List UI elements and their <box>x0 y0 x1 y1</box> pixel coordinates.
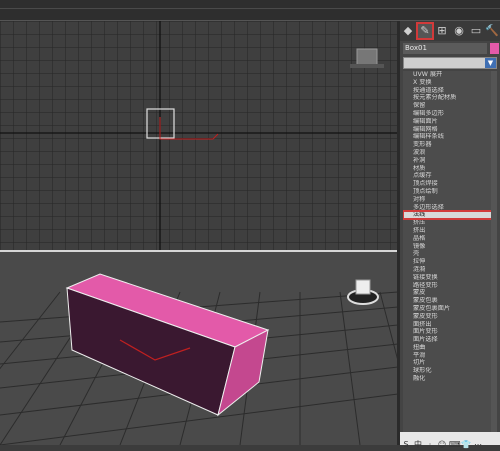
tray-icon[interactable]: 中 <box>413 440 423 450</box>
modifier-list[interactable]: UVW 展开 X 变换 按通道选择 按元素分配材质 保留 编辑多边形 编辑面片 编辑网格 编辑样… <box>403 71 497 445</box>
modifier-item[interactable]: 按通道选择 <box>403 87 497 95</box>
modifier-item[interactable]: 编辑样条线 <box>403 133 497 141</box>
modifier-item[interactable]: 挤出 <box>403 227 497 235</box>
viewport-perspective[interactable] <box>0 252 398 445</box>
modify-tab-icon[interactable]: ✎ <box>416 22 434 40</box>
modifier-item[interactable]: UVW 展开 <box>403 71 497 79</box>
modifier-item[interactable]: 涟漪 <box>403 266 497 274</box>
modifier-item[interactable]: 面挤出 <box>403 321 497 329</box>
modifier-item[interactable]: 波浪 <box>403 149 497 157</box>
viewcube-persp-icon <box>347 279 379 305</box>
modifier-item[interactable]: 挤压 <box>403 219 497 227</box>
modifier-item[interactable]: 点缓存 <box>403 172 497 180</box>
modifier-list-dropdown[interactable]: ▼ <box>403 57 497 69</box>
modifier-item[interactable]: 编辑面片 <box>403 118 497 126</box>
modifier-item[interactable]: 面片变形 <box>403 328 497 336</box>
modifier-item[interactable]: 顶点焊接 <box>403 180 497 188</box>
tray-icon[interactable]: ⌨ <box>449 440 461 450</box>
tray-icon[interactable]: S <box>401 440 411 450</box>
display-tab-icon[interactable]: ▭ <box>469 24 483 38</box>
modifier-item[interactable]: 切片 <box>403 359 497 367</box>
command-panel-tabs: ◆ ✎ ⊞ ◉ ▭ 🔨 <box>400 21 500 41</box>
modifier-item[interactable]: 镜像 <box>403 243 497 251</box>
modifier-item[interactable]: 球形化 <box>403 367 497 375</box>
utilities-tab-icon[interactable]: 🔨 <box>485 24 499 38</box>
object-color-swatch[interactable] <box>490 43 499 54</box>
system-tray: S 中 · ☺ ⌨👕 ⋯ <box>400 432 500 449</box>
modifier-item[interactable]: 融化 <box>403 375 497 383</box>
modifier-item[interactable]: X 变换 <box>403 79 497 87</box>
modifier-item[interactable]: 保留 <box>403 102 497 110</box>
tray-icon[interactable]: 👕 <box>461 440 471 450</box>
object-name-field[interactable]: Box01 <box>403 43 487 54</box>
modifier-item[interactable]: 变形器 <box>403 141 497 149</box>
modifier-item[interactable]: 扭曲 <box>403 344 497 352</box>
perspective-grid <box>0 273 398 445</box>
create-tab-icon[interactable]: ◆ <box>401 24 415 38</box>
chevron-down-icon[interactable]: ▼ <box>485 58 496 68</box>
modifier-item[interactable]: 材质 <box>403 165 497 173</box>
modifier-item[interactable]: 拉伸 <box>403 258 497 266</box>
modifier-item[interactable]: 编辑网格 <box>403 126 497 134</box>
modifier-item[interactable]: 壳 <box>403 250 497 258</box>
modifier-item[interactable]: 链接变换 <box>403 274 497 282</box>
command-panel: ◆ ✎ ⊞ ◉ ▭ 🔨 Box01 ▼ UVW 展开 X 变换 按通道选择 按元素分配… <box>400 21 500 445</box>
modifier-item[interactable]: 编辑多边形 <box>403 110 497 118</box>
modifier-item[interactable]: 路径变形 <box>403 282 497 290</box>
modifier-item[interactable]: 多边形选择 <box>403 204 497 212</box>
modifier-item[interactable]: 蒙皮变形 <box>403 313 497 321</box>
tray-icon[interactable]: · <box>425 440 435 450</box>
hierarchy-tab-icon[interactable]: ⊞ <box>435 24 449 38</box>
modifier-item[interactable]: 补洞 <box>403 157 497 165</box>
top-grid <box>0 21 398 251</box>
modifier-item[interactable]: 顶点绘制 <box>403 188 497 196</box>
modifier-item[interactable]: 按元素分配材质 <box>403 94 497 102</box>
modifier-item[interactable]: 平滑 <box>403 352 497 360</box>
top-toolbar <box>0 0 500 21</box>
viewport-top[interactable] <box>0 21 398 251</box>
modifier-item[interactable]: 对称 <box>403 196 497 204</box>
tray-icon[interactable]: ☺ <box>437 440 447 450</box>
modifier-item[interactable]: 晶格 <box>403 235 497 243</box>
modifier-item[interactable]: 蒙皮 <box>403 289 497 297</box>
modifier-list-scrollbar[interactable] <box>491 71 497 445</box>
tray-icon[interactable]: ⋯ <box>473 440 483 450</box>
modifier-item[interactable]: 面片选择 <box>403 336 497 344</box>
motion-tab-icon[interactable]: ◉ <box>452 24 466 38</box>
modifier-item-selected[interactable]: 法线 <box>403 210 497 221</box>
modifier-item[interactable]: 蒙皮包裹面片 <box>403 305 497 313</box>
modifier-item[interactable]: 蒙皮包裹 <box>403 297 497 305</box>
